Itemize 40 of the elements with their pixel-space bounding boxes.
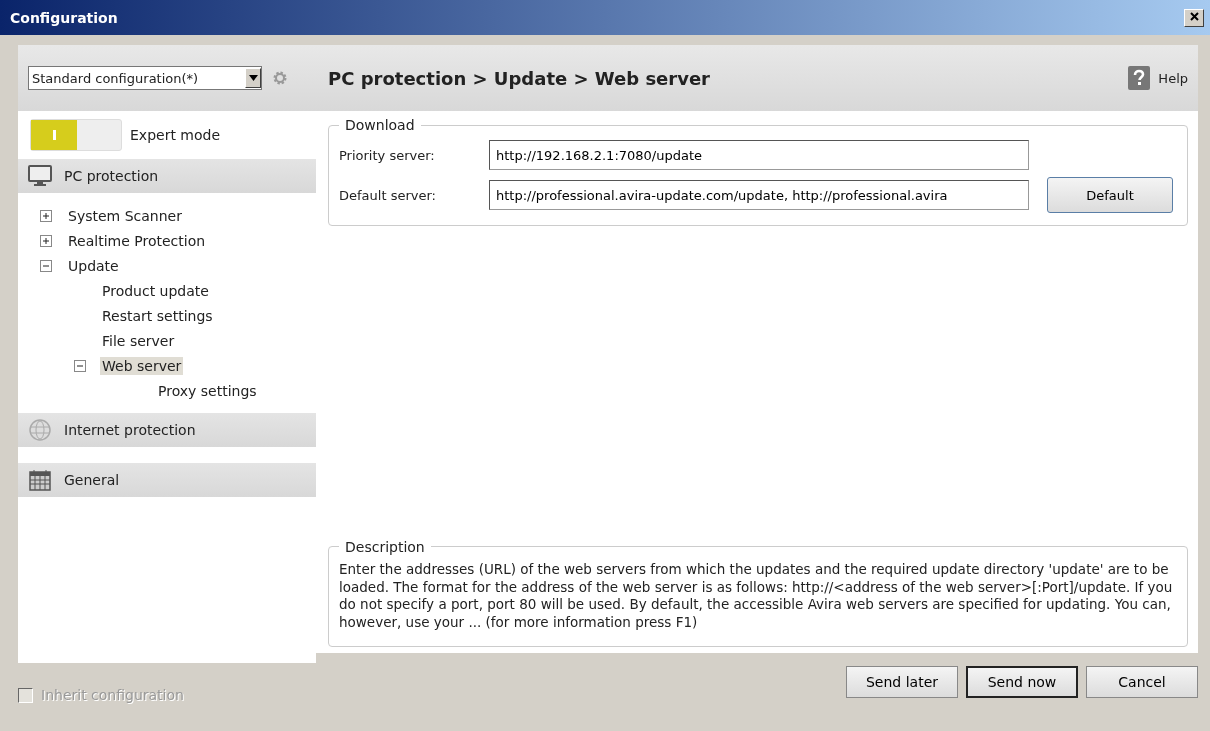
expert-mode-label: Expert mode xyxy=(130,127,221,143)
description-text: Enter the addresses (URL) of the web servers from which the updates and the required update directory 'update' are to be loaded. The format for the address of the web server is as follows: http://<address of the web server>[:Port]/update. If you do not specify a port, port 80 will be used. By default, the accessible Avira web servers are specified for updating. You can, however, use your ... (for more information press F1) xyxy=(339,560,1174,632)
calendar-icon xyxy=(28,469,52,491)
default-button[interactable]: Default xyxy=(1047,177,1173,213)
tree-item[interactable]: System Scanner xyxy=(66,206,184,225)
input-field[interactable]: http://192.168.2.1:7080/update xyxy=(489,140,1029,170)
field-label: Default server: xyxy=(339,187,437,203)
breadcrumb: PC protection > Update > Web server xyxy=(328,67,711,89)
expand-toggle[interactable] xyxy=(40,259,52,272)
tree-item[interactable]: Restart settings xyxy=(100,306,215,325)
expert-mode-toggle[interactable] xyxy=(30,119,122,151)
section-header[interactable]: PC protection xyxy=(18,159,316,193)
close-button[interactable] xyxy=(1184,8,1204,27)
help-link[interactable]: Help xyxy=(1158,70,1188,86)
dialog-button[interactable]: Cancel xyxy=(1086,666,1198,698)
caret-icon xyxy=(248,75,258,81)
help-icon[interactable] xyxy=(1128,66,1151,90)
section-header[interactable]: General xyxy=(18,463,316,497)
section-header[interactable]: Internet protection xyxy=(18,413,316,447)
group-title: Download xyxy=(344,117,416,133)
expand-toggle[interactable] xyxy=(40,209,52,222)
inherit-label: Inherit configuration xyxy=(41,687,184,703)
dialog-button[interactable]: Send later xyxy=(846,666,958,698)
expand-toggle[interactable] xyxy=(40,234,52,247)
field-label: Priority server: xyxy=(339,147,436,163)
tree-item[interactable]: Product update xyxy=(100,281,211,300)
tree-item[interactable]: Realtime Protection xyxy=(66,231,208,250)
dialog-button[interactable]: Send now xyxy=(966,666,1078,698)
profile-dropdown[interactable]: Standard configuration(*) xyxy=(28,66,262,90)
tree-item[interactable]: Update xyxy=(66,256,121,275)
close-icon xyxy=(1189,12,1199,21)
expand-toggle[interactable] xyxy=(74,359,86,372)
input-field[interactable]: http://professional.avira-update.com/update, http://professional.avira xyxy=(489,180,1029,210)
window-title: Configuration xyxy=(10,9,118,26)
tree-item[interactable]: File server xyxy=(100,331,177,350)
globe-icon xyxy=(28,419,52,441)
tree-item[interactable]: Web server xyxy=(100,356,184,375)
monitor-icon xyxy=(28,165,52,187)
group-title: Description xyxy=(344,538,426,555)
tree-item[interactable]: Proxy settings xyxy=(156,381,259,400)
